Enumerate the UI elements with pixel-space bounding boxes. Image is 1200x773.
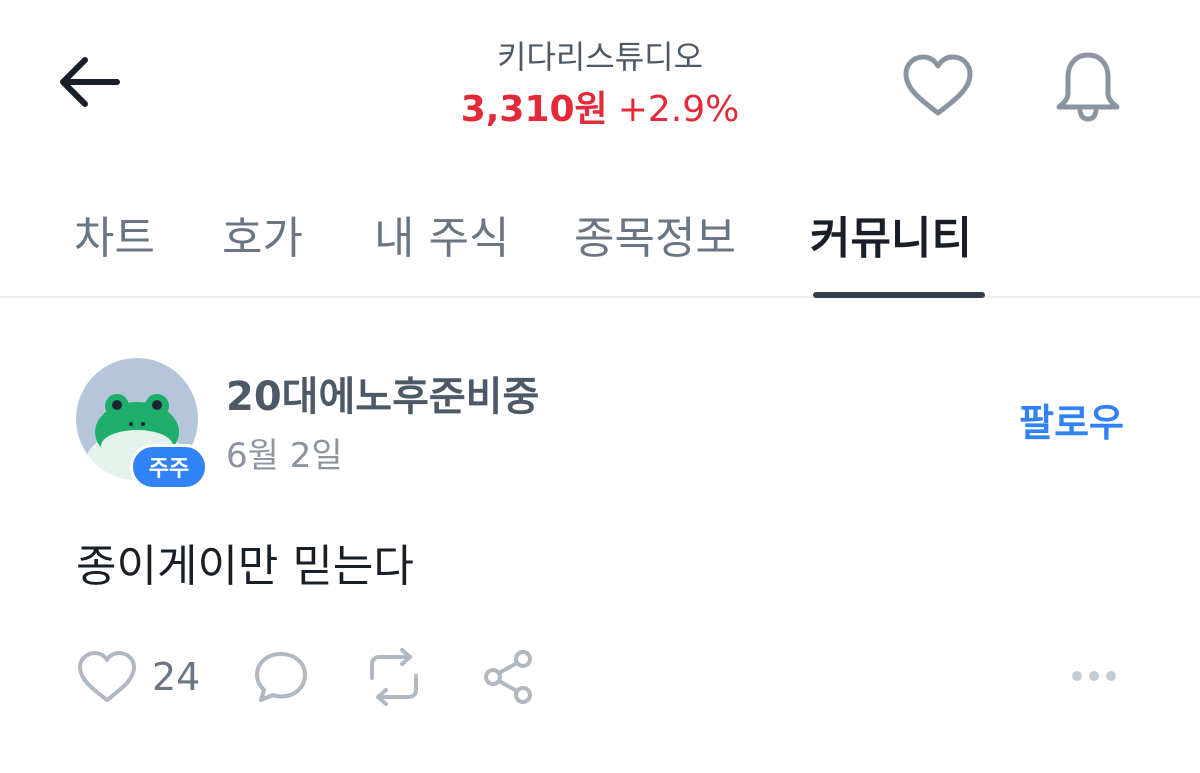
stock-price: 3,310원 — [460, 89, 608, 130]
tab-community[interactable]: 커뮤니티 — [810, 202, 972, 266]
stock-price-line: 3,310원 +2.9% — [0, 80, 1200, 132]
stock-change: +2.9% — [617, 89, 740, 130]
share-button[interactable] — [480, 644, 536, 710]
bell-icon — [1056, 52, 1120, 122]
notification-button[interactable] — [1046, 44, 1130, 128]
stock-community-screen: 키다리스튜디오 3,310원 +2.9% 차트 호가 내 주식 종목정보 커뮤니티 — [0, 0, 1200, 773]
more-dot — [1106, 671, 1116, 681]
follow-button[interactable]: 팔로우 — [1019, 392, 1124, 447]
tab-bar: 차트 호가 내 주식 종목정보 커뮤니티 — [0, 196, 1200, 298]
tab-my-stock[interactable]: 내 주식 — [374, 202, 509, 266]
like-count: 24 — [152, 655, 201, 699]
repost-icon — [370, 648, 418, 706]
author-name[interactable]: 20대에노후준비중 — [226, 364, 539, 422]
stock-name: 키다리스튜디오 — [496, 38, 704, 76]
comment-bubble-icon — [255, 652, 307, 702]
more-dot — [1089, 671, 1099, 681]
tab-chart[interactable]: 차트 — [74, 202, 155, 266]
share-icon — [484, 650, 532, 704]
more-horizontal-icon — [1072, 671, 1082, 681]
tab-orderbook[interactable]: 호가 — [222, 202, 303, 266]
repost-button[interactable] — [362, 644, 426, 710]
shareholder-badge: 주주 — [130, 444, 208, 490]
tab-stock-info[interactable]: 종목정보 — [574, 202, 736, 266]
heart-outline-icon — [903, 54, 973, 116]
post-date: 6월 2일 — [226, 436, 343, 476]
like-button[interactable]: 24 — [76, 644, 200, 710]
heart-outline-icon — [78, 651, 136, 702]
post-content: 종이게이만 믿는다 — [76, 541, 414, 592]
active-tab-indicator — [813, 292, 985, 298]
favorite-button[interactable] — [896, 46, 980, 126]
more-options-button[interactable] — [1064, 656, 1124, 696]
comment-button[interactable] — [252, 644, 310, 710]
